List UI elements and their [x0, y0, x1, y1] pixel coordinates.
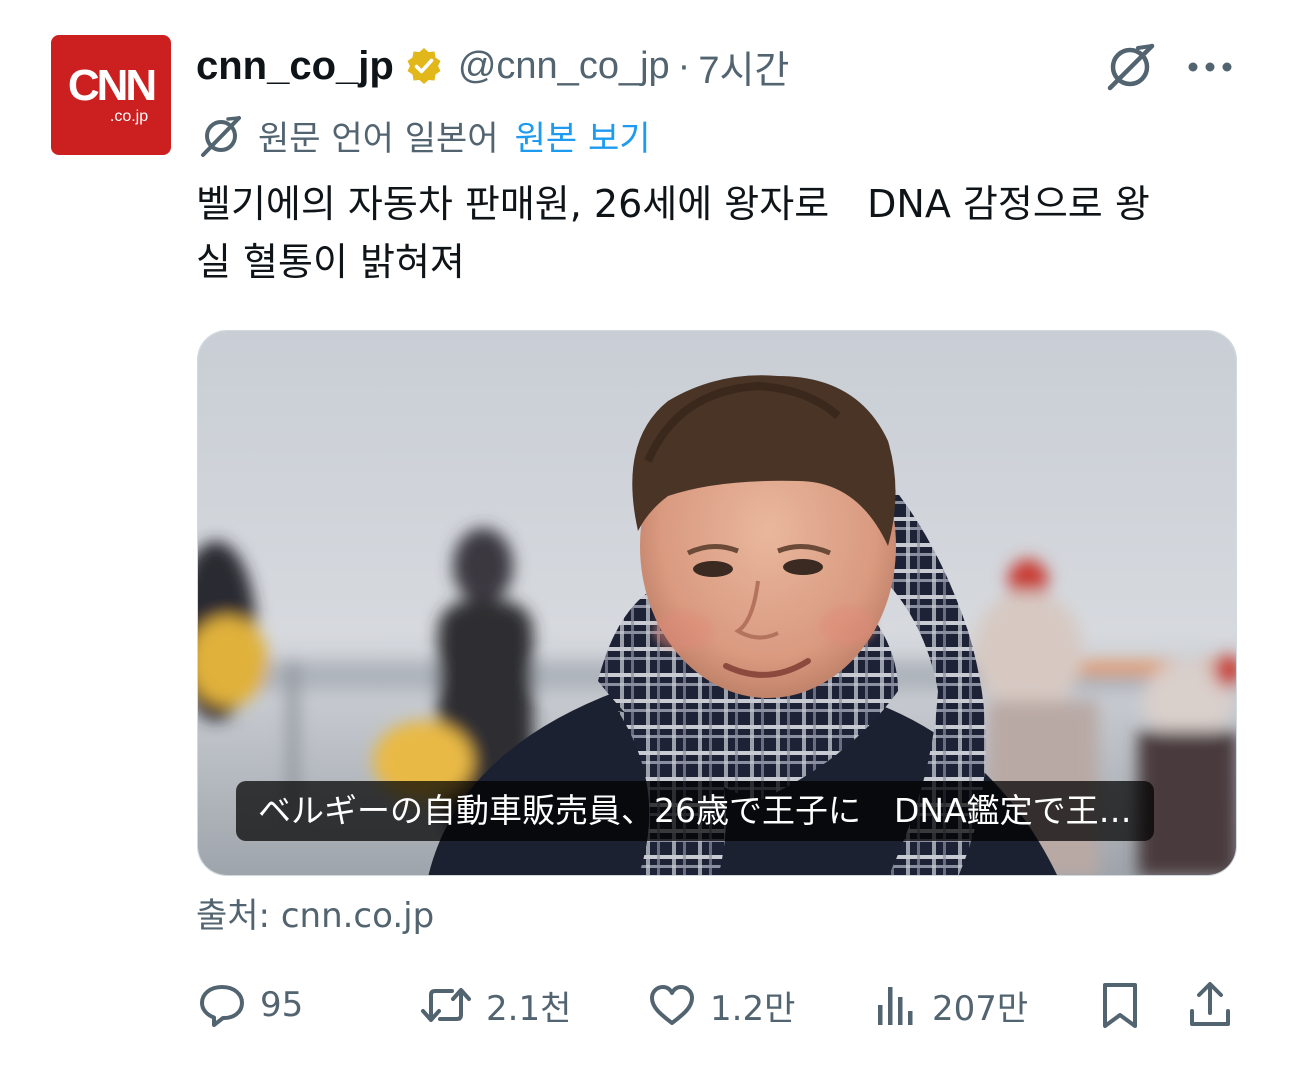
bookmark-icon — [1103, 983, 1137, 1028]
verified-badge-icon[interactable] — [404, 46, 444, 86]
like-button[interactable]: 1.2만 — [646, 975, 795, 1035]
avatar[interactable]: CNN .co.jp — [51, 35, 171, 155]
link-card[interactable]: ベルギーの自動車販売員、26歳で王子に DNA鑑定で王… — [197, 330, 1237, 876]
like-count: 1.2만 — [710, 988, 796, 1029]
reply-button[interactable]: 95 — [196, 975, 303, 1035]
heart-icon — [650, 985, 694, 1025]
translate-icon — [201, 116, 241, 157]
show-original-link[interactable]: 원본 보기 — [515, 111, 651, 160]
avatar-logo-main: CNN — [67, 61, 157, 110]
translation-label: 원문 언어 일본어 — [258, 118, 499, 159]
translation-row: 원문 언어 일본어 원본 보기 — [196, 110, 651, 160]
card-caption: ベルギーの自動車販売員、26歳で王子に DNA鑑定で王… — [236, 781, 1154, 841]
reply-icon — [200, 985, 244, 1027]
grok-icon[interactable] — [1102, 40, 1160, 94]
avatar-logo-sub: .co.jp — [109, 108, 149, 125]
views-chart-icon — [878, 987, 913, 1025]
action-bar: 95 2.1천 1.2만 207만 — [196, 975, 1246, 1035]
user-handle[interactable]: @cnn_co_jp — [458, 45, 670, 88]
retweet-count: 2.1천 — [486, 988, 572, 1029]
views-count: 207만 — [932, 988, 1029, 1029]
separator-dot: · — [677, 44, 691, 87]
views-button[interactable]: 207만 — [872, 975, 1028, 1035]
card-source[interactable]: 출처: cnn.co.jp — [196, 888, 434, 937]
bookmark-button[interactable] — [1096, 975, 1144, 1035]
timestamp[interactable]: 7시간 — [698, 39, 789, 94]
retweet-icon — [421, 988, 471, 1022]
share-button[interactable] — [1186, 975, 1234, 1035]
share-icon — [1190, 982, 1230, 1026]
tweet-text: 벨기에의 자동차 판매원, 26세에 왕자로 DNA 감정으로 왕 실 혈통이 … — [196, 182, 1150, 284]
reply-count: 95 — [260, 985, 304, 1025]
tweet-header: cnn_co_jp @cnn_co_jp · 7시간 — [196, 38, 789, 94]
retweet-button[interactable]: 2.1천 — [418, 975, 571, 1035]
more-horizontal-icon[interactable] — [1186, 52, 1234, 82]
display-name[interactable]: cnn_co_jp — [196, 44, 394, 89]
